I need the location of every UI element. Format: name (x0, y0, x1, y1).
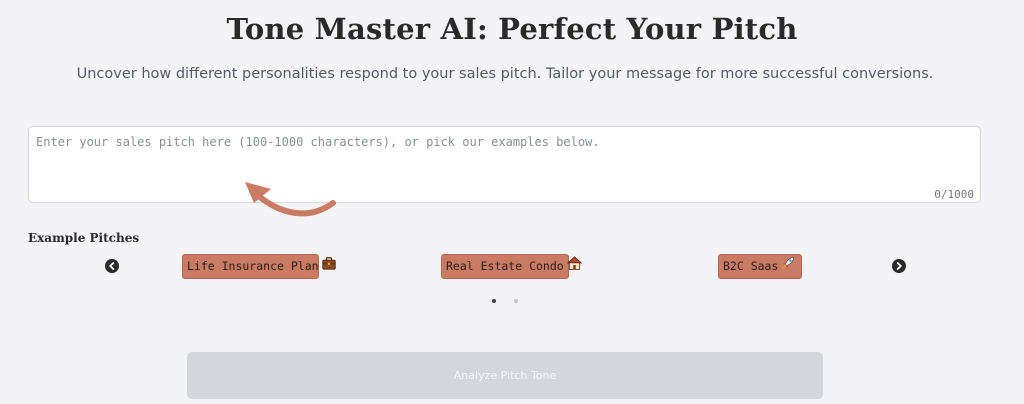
analyze-pitch-button[interactable]: Analyze Pitch Tone (187, 352, 823, 399)
pitch-input[interactable] (29, 127, 980, 202)
example-chip-b2c-saas[interactable]: B2C Saas (718, 254, 802, 279)
page-title: Tone Master AI: Perfect Your Pitch (226, 12, 798, 46)
carousel-prev-button[interactable] (105, 259, 119, 273)
page-subtitle: Uncover how different personalities resp… (76, 66, 934, 82)
rocket-icon (781, 255, 795, 278)
example-chip-label: Real Estate Condo (446, 259, 564, 273)
examples-heading: Example Pitches (28, 231, 140, 245)
house-icon (566, 255, 583, 278)
pitch-input-container: 0/1000 (28, 126, 981, 203)
carousel-dot-active[interactable] (492, 299, 496, 303)
carousel-dot[interactable] (514, 299, 518, 303)
example-chip-life-insurance[interactable]: Life Insurance Plan (182, 254, 336, 279)
example-chip-label: Life Insurance Plan (187, 259, 319, 273)
carousel-next-button[interactable] (892, 259, 906, 273)
example-chip-real-estate[interactable]: Real Estate Condo (441, 254, 583, 279)
curved-arrow-icon (245, 182, 336, 217)
chevron-left-icon (109, 262, 115, 270)
briefcase-icon (321, 255, 336, 278)
chevron-right-icon (896, 262, 902, 270)
example-chip-label: B2C Saas (723, 259, 779, 273)
character-counter: 0/1000 (934, 188, 974, 201)
